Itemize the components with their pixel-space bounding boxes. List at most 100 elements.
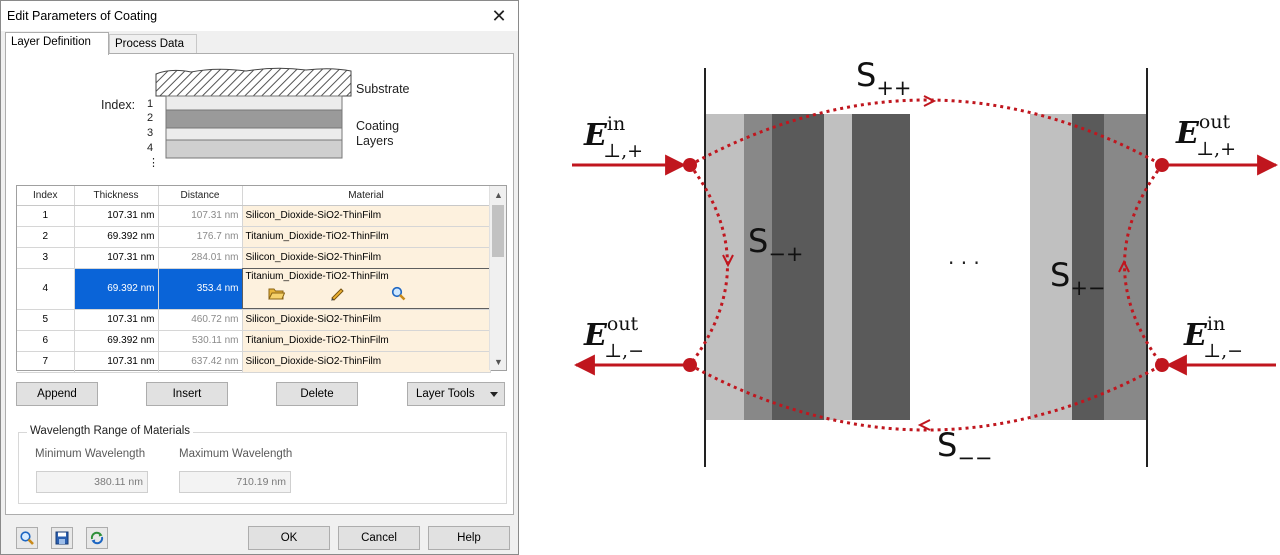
port-node <box>1155 358 1169 372</box>
layer-tools-dropdown[interactable]: Layer Tools <box>407 382 505 406</box>
cell-material-editor[interactable]: Titanium_Dioxide-TiO2-ThinFilm <box>242 268 491 310</box>
diagram-index-4: 4 <box>147 142 154 154</box>
cell-thickness[interactable]: 107.31 nm <box>74 205 159 227</box>
min-wavelength-field: 380.11 nm <box>36 471 148 493</box>
cell-material[interactable]: Silicon_Dioxide-SiO2-ThinFilm <box>242 351 491 373</box>
layers-label: Layers <box>356 134 394 148</box>
scroll-thumb[interactable] <box>492 205 504 257</box>
layer-dark <box>1072 114 1104 420</box>
close-icon: ✕ <box>491 5 507 26</box>
cell-thickness[interactable]: 69.392 nm <box>74 226 159 248</box>
cell-material: Titanium_Dioxide-TiO2-ThinFilm <box>245 270 389 282</box>
table-row[interactable]: 1 107.31 nm 107.31 nm Silicon_Dioxide-Si… <box>17 205 491 227</box>
diagram-index-more: ⋮ <box>148 157 159 169</box>
s-matrix-diagram: S++ S−+ S+− S−− · · · Ein ⊥,+ Eout ⊥,− Eou… <box>572 56 1279 470</box>
search-icon <box>20 531 34 545</box>
label-e-out-minus: Eout ⊥,− <box>583 313 644 362</box>
tab-layer-definition[interactable]: Layer Definition <box>5 32 109 55</box>
scroll-down-icon[interactable]: ▼ <box>490 353 507 370</box>
max-wavelength-label: Maximum Wavelength <box>179 448 293 460</box>
header-material[interactable]: Material <box>242 186 491 206</box>
cell-index: 7 <box>17 351 75 373</box>
help-button[interactable]: Help <box>428 526 510 550</box>
cell-distance: 107.31 nm <box>158 205 243 227</box>
label-s-plus-plus: S++ <box>856 56 912 100</box>
index-label: Index: <box>101 98 136 112</box>
layer-dark <box>772 114 824 420</box>
layer-mid <box>744 114 772 420</box>
chevron-down-icon <box>490 392 498 397</box>
arrow-left-icon <box>917 419 931 431</box>
cell-distance: 353.4 nm <box>158 268 243 310</box>
layer-light <box>706 114 744 420</box>
table-scrollbar[interactable]: ▲ ▼ <box>489 186 506 370</box>
port-node <box>1155 158 1169 172</box>
cell-index: 1 <box>17 205 75 227</box>
delete-button[interactable]: Delete <box>276 382 358 406</box>
table-row[interactable]: 7 107.31 nm 637.42 nm Silicon_Dioxide-Si… <box>17 351 491 373</box>
table-row-selected[interactable]: 4 69.392 nm 353.4 nm Titanium_Dioxide-Ti… <box>17 268 491 310</box>
save-button[interactable] <box>51 527 73 549</box>
scattering-figure: S++ S−+ S+− S−− · · · Ein ⊥,+ Eout ⊥,− Eou… <box>520 0 1280 555</box>
cell-thickness[interactable]: 107.31 nm <box>74 351 159 373</box>
cell-index: 6 <box>17 330 75 352</box>
layer-mid <box>1104 114 1146 420</box>
port-node <box>683 358 697 372</box>
label-e-in-minus: Ein ⊥,− <box>1183 313 1243 362</box>
edit-coating-dialog: Edit Parameters of Coating ✕ Layer Defin… <box>0 0 519 555</box>
table-row[interactable]: 2 69.392 nm 176.7 nm Titanium_Dioxide-Ti… <box>17 226 491 248</box>
search-button[interactable] <box>16 527 38 549</box>
group-title: Wavelength Range of Materials <box>27 425 194 437</box>
layer-dark <box>852 114 910 420</box>
tab-process-data[interactable]: Process Data <box>109 34 197 54</box>
layer-grid: Index Thickness Distance Material 1 107.… <box>17 186 491 373</box>
append-button[interactable]: Append <box>16 382 98 406</box>
cell-index: 5 <box>17 309 75 331</box>
material-tools <box>267 286 487 301</box>
layer-table: Index Thickness Distance Material 1 107.… <box>16 185 507 373</box>
cell-thickness[interactable]: 69.392 nm <box>74 330 159 352</box>
header-thickness[interactable]: Thickness <box>74 186 159 206</box>
wavelength-range-group: Wavelength Range of Materials Minimum Wa… <box>18 425 507 504</box>
cell-distance: 176.7 nm <box>158 226 243 248</box>
cell-material[interactable]: Titanium_Dioxide-TiO2-ThinFilm <box>242 226 491 248</box>
cell-material[interactable]: Silicon_Dioxide-SiO2-ThinFilm <box>242 247 491 269</box>
save-icon <box>55 531 69 545</box>
cell-distance: 637.42 nm <box>158 351 243 373</box>
header-distance[interactable]: Distance <box>158 186 243 206</box>
pencil-icon[interactable] <box>329 286 346 301</box>
cell-distance: 460.72 nm <box>158 309 243 331</box>
min-wavelength-label: Minimum Wavelength <box>35 448 146 460</box>
ok-button[interactable]: OK <box>248 526 330 550</box>
cell-distance: 530.11 nm <box>158 330 243 352</box>
cell-index: 2 <box>17 226 75 248</box>
layer-definition-panel: Index: 1 2 3 4 ⋮ Substrate Coating Layer… <box>5 53 514 515</box>
diagram-index-3: 3 <box>147 127 154 139</box>
diagram-index-1: 1 <box>147 98 154 110</box>
folder-icon[interactable] <box>267 286 285 301</box>
refresh-button[interactable] <box>86 527 108 549</box>
table-row[interactable]: 5 107.31 nm 460.72 nm Silicon_Dioxide-Si… <box>17 309 491 331</box>
cell-thickness[interactable]: 107.31 nm <box>74 309 159 331</box>
cell-material[interactable]: Silicon_Dioxide-SiO2-ThinFilm <box>242 205 491 227</box>
magnifier-icon[interactable] <box>390 286 407 301</box>
close-button[interactable]: ✕ <box>486 4 512 28</box>
dialog-title: Edit Parameters of Coating <box>7 9 158 23</box>
port-node <box>683 158 697 172</box>
cell-material[interactable]: Titanium_Dioxide-TiO2-ThinFilm <box>242 330 491 352</box>
scroll-up-icon[interactable]: ▲ <box>490 186 507 203</box>
table-row[interactable]: 3 107.31 nm 284.01 nm Silicon_Dioxide-Si… <box>17 247 491 269</box>
substrate-label: Substrate <box>356 82 410 96</box>
cell-thickness[interactable]: 107.31 nm <box>74 247 159 269</box>
label-s-minus-minus: S−− <box>937 426 993 470</box>
cell-thickness[interactable]: 69.392 nm <box>74 268 159 310</box>
cancel-button[interactable]: Cancel <box>338 526 420 550</box>
label-e-in-plus: Ein ⊥,+ <box>583 113 643 162</box>
cell-distance: 284.01 nm <box>158 247 243 269</box>
table-row[interactable]: 6 69.392 nm 530.11 nm Titanium_Dioxide-T… <box>17 330 491 352</box>
cell-material[interactable]: Silicon_Dioxide-SiO2-ThinFilm <box>242 309 491 331</box>
diagram-index-2: 2 <box>147 112 154 124</box>
coating-stack-illustration <box>155 67 352 159</box>
header-index[interactable]: Index <box>17 186 75 206</box>
insert-button[interactable]: Insert <box>146 382 228 406</box>
